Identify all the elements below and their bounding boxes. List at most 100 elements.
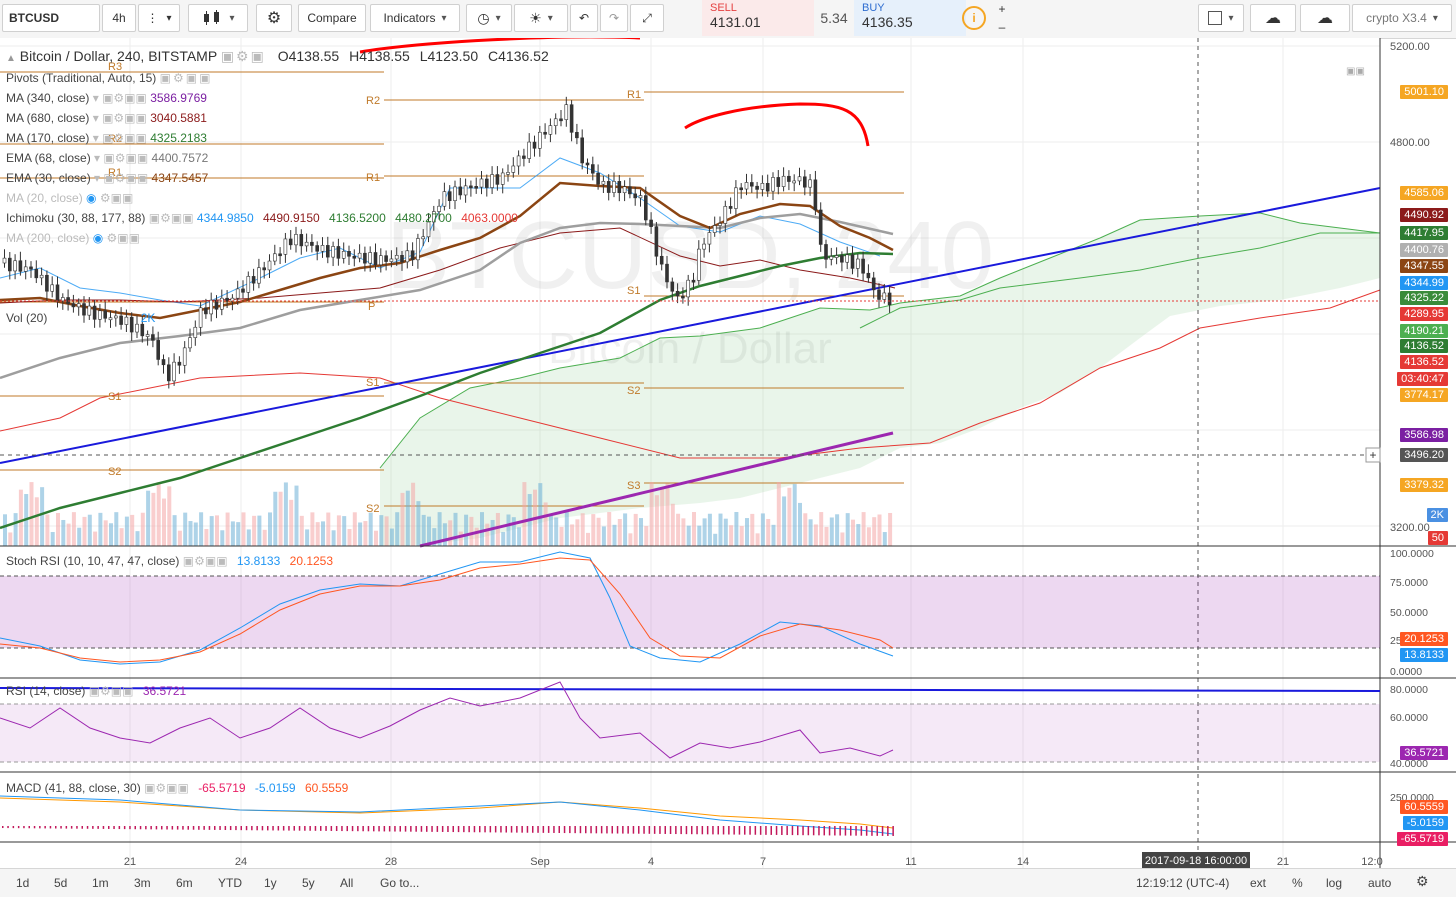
volume-bar [283,482,288,546]
legend-actions-icon[interactable]: ▣⚙▣ [221,48,266,64]
redo-button[interactable]: ↷ [600,4,628,32]
eye-icon[interactable]: ◉ [86,191,96,205]
candle [553,118,558,126]
interval-dropdown[interactable]: ⋮ ▾ [138,4,180,32]
legend-ma340[interactable]: MA (340, close) ▾ ▣⚙▣▣ 3586.9769 [6,91,207,105]
macd-hist-bar [457,826,460,833]
volume-bar [389,528,394,546]
macd-hist-bar [659,826,661,834]
volume-bar [299,515,304,546]
macd-hist-bar [314,826,317,831]
info-button[interactable]: i [958,4,990,32]
macd-hist-bar [823,826,825,836]
legend-ema68[interactable]: EMA (68, close) ▾ ▣⚙▣▣ 4400.7572 [6,151,208,165]
buy-button[interactable]: BUY 4136.35 [854,0,966,36]
auto-toggle[interactable]: auto [1368,876,1391,890]
eye-icon[interactable]: ◉ [93,231,103,245]
legend-rsi[interactable]: RSI (14, close) ▣⚙▣▣ 36.5721 [6,684,186,698]
macd-hist-bar [288,826,290,831]
macd-hist-bar [744,826,746,835]
clock[interactable]: 12:19:12 (UTC-4) [1136,876,1229,890]
legend-ma200[interactable]: MA (200, close) ◉ ⚙▣▣ [6,231,140,245]
range-1d[interactable]: 1d [16,876,29,890]
volume-bar [273,491,278,546]
symbol-search[interactable]: BTCUSD [2,4,100,32]
zoom-in-button[interactable]: + [994,2,1010,16]
volume-bar [453,512,458,546]
candle [871,277,876,291]
range-3m[interactable]: 3m [134,876,151,890]
candle [246,276,251,293]
chart-area[interactable]: BTCUSD, 240 Bitcoin / Dollar R3 R2 R1 P … [0,38,1456,870]
range-5d[interactable]: 5d [54,876,67,890]
range-ytd[interactable]: YTD [218,876,242,890]
chart-style-button[interactable] [188,4,248,32]
sell-button[interactable]: SELL 4131.01 [702,0,814,36]
candle [829,256,834,260]
legend-pivots[interactable]: Pivots (Traditional, Auto, 15) ▣⚙▣▣ [6,71,212,85]
ohlc-open: O4138.55 [277,48,340,64]
macd-hist-bar [272,826,274,831]
volume-bar [803,513,808,546]
legend-ma680[interactable]: MA (680, close) ▾ ▣⚙▣▣ 3040.5881 [6,111,207,125]
candle [2,257,7,264]
ext-toggle[interactable]: ext [1250,876,1266,890]
fullscreen-button[interactable]: ⤢ [630,4,664,32]
range-1y[interactable]: 1y [264,876,277,890]
cloud-save-button[interactable]: ☁ [1300,4,1350,32]
interval-button[interactable]: 4h [102,4,136,32]
goto-button[interactable]: Go to... [380,876,419,890]
volume-bar [676,513,681,546]
candle [161,359,166,366]
legend-ichimoku[interactable]: Ichimoku (30, 88, 177, 88) ▣⚙▣▣ 4344.985… [6,211,518,225]
legend-stoch-rsi[interactable]: Stoch RSI (10, 10, 47, 47, close) ▣⚙▣▣ 1… [6,554,333,568]
volume-bar [495,512,500,546]
zoom-out-button[interactable]: – [994,20,1010,34]
range-1m[interactable]: 1m [92,876,109,890]
candle [500,172,505,185]
gear-icon[interactable]: ⚙ [1416,873,1429,890]
rsi-trendline[interactable] [0,687,1381,692]
legend-value: 4480.2700 [395,211,452,225]
volume-bar [718,513,723,546]
candle [484,178,489,188]
alert-button[interactable]: ◷ [466,4,512,32]
legend-pivots-label: Pivots (Traditional, Auto, 15) [6,71,157,85]
layout-name-button[interactable]: crypto X3.4 [1352,4,1452,32]
settings-button[interactable]: ⚙ [256,4,292,32]
chart-canvas[interactable]: BTCUSD, 240 Bitcoin / Dollar R3 R2 R1 P … [0,38,1456,870]
undo-button[interactable]: ↶ [570,4,598,32]
percent-toggle[interactable]: % [1292,876,1303,890]
volume-bar [405,490,410,546]
theme-button[interactable]: ☀ [514,4,568,32]
range-6m[interactable]: 6m [176,876,193,890]
macd-hist-bar [240,826,242,831]
main-legend-title[interactable]: ▲ Bitcoin / Dollar, 240, BITSTAMP ▣⚙▣ O4… [6,48,549,65]
pane-maximize-button[interactable]: ▣▣ [1346,66,1365,77]
volume-bar [845,513,850,546]
time-tick: 11 [905,856,916,868]
layout-button[interactable] [1198,4,1244,32]
volume-bar [591,514,596,546]
volume-bar [310,512,315,546]
legend-ma170[interactable]: MA (170, close) ▾ ▣⚙▣▣ 4325.2183 [6,131,207,145]
macd-hist-bar [208,826,211,830]
legend-ma20[interactable]: MA (20, close) ◉ ⚙▣▣ [6,191,133,205]
log-toggle[interactable]: log [1326,876,1342,890]
cloud-load-button[interactable]: ☁ [1250,4,1296,32]
top-toolbar: BTCUSD 4h ⋮ ▾ ⚙ Compare Indicators ◷ ☀ ↶… [0,0,1456,39]
cloud-upload-icon: ☁ [1317,10,1333,27]
volume-bar [612,524,617,546]
square-icon [1208,11,1223,25]
range-all[interactable]: All [340,876,353,890]
range-5y[interactable]: 5y [302,876,315,890]
volume-bar [140,512,145,546]
legend-ema30[interactable]: EMA (30, close) ▾ ▣⚙▣▣ 4347.5457 [6,171,208,185]
legend-value: 2K [140,311,156,325]
macd-hist-bar [346,826,348,832]
legend-volume[interactable]: Vol (20) 2K [6,311,155,325]
price-badge: 4136.52 [1400,339,1448,353]
compare-button[interactable]: Compare [298,4,366,32]
indicators-button[interactable]: Indicators [370,4,460,32]
legend-macd[interactable]: MACD (41, 88, close, 30) ▣⚙▣▣ -65.5719 -… [6,781,348,795]
